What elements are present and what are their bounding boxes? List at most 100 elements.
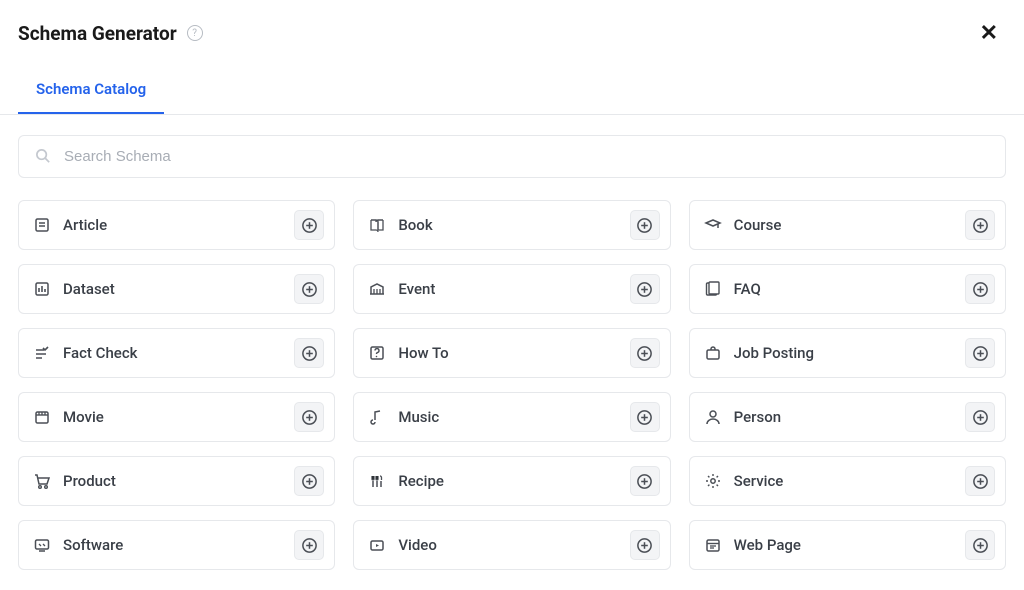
schema-label: Product xyxy=(63,472,116,490)
schema-card-recipe[interactable]: Recipe xyxy=(353,456,670,506)
plus-circle-icon xyxy=(972,409,989,426)
plus-circle-icon xyxy=(636,217,653,234)
add-schema-button[interactable] xyxy=(294,466,324,496)
schema-card-faq[interactable]: FAQ xyxy=(689,264,1006,314)
card-left: Web Page xyxy=(704,536,801,554)
schema-label: Video xyxy=(398,536,437,554)
card-left: Movie xyxy=(33,408,104,426)
add-schema-button[interactable] xyxy=(294,402,324,432)
add-schema-button[interactable] xyxy=(965,274,995,304)
header: Schema Generator ? ✕ xyxy=(0,0,1024,64)
search-box[interactable] xyxy=(18,135,1006,178)
add-schema-button[interactable] xyxy=(630,402,660,432)
plus-circle-icon xyxy=(972,217,989,234)
add-schema-button[interactable] xyxy=(965,466,995,496)
plus-circle-icon xyxy=(972,281,989,298)
add-schema-button[interactable] xyxy=(630,466,660,496)
schema-label: Event xyxy=(398,280,435,298)
card-left: Course xyxy=(704,216,782,234)
plus-circle-icon xyxy=(301,537,318,554)
howto-icon xyxy=(368,344,386,362)
plus-circle-icon xyxy=(972,345,989,362)
schema-card-job-posting[interactable]: Job Posting xyxy=(689,328,1006,378)
schema-label: Web Page xyxy=(734,536,801,554)
schema-card-music[interactable]: Music xyxy=(353,392,670,442)
add-schema-button[interactable] xyxy=(965,338,995,368)
add-schema-button[interactable] xyxy=(965,530,995,560)
schema-label: Movie xyxy=(63,408,104,426)
add-schema-button[interactable] xyxy=(630,338,660,368)
schema-card-how-to[interactable]: How To xyxy=(353,328,670,378)
product-icon xyxy=(33,472,51,490)
plus-circle-icon xyxy=(301,217,318,234)
course-icon xyxy=(704,216,722,234)
plus-circle-icon xyxy=(636,473,653,490)
schema-label: Software xyxy=(63,536,123,554)
plus-circle-icon xyxy=(636,345,653,362)
schema-card-person[interactable]: Person xyxy=(689,392,1006,442)
add-schema-button[interactable] xyxy=(630,210,660,240)
person-icon xyxy=(704,408,722,426)
card-left: Recipe xyxy=(368,472,444,490)
schema-card-fact-check[interactable]: Fact Check xyxy=(18,328,335,378)
add-schema-button[interactable] xyxy=(294,530,324,560)
plus-circle-icon xyxy=(636,537,653,554)
add-schema-button[interactable] xyxy=(294,210,324,240)
plus-circle-icon xyxy=(301,281,318,298)
schema-label: Book xyxy=(398,216,432,234)
schema-label: Article xyxy=(63,216,107,234)
schema-label: Person xyxy=(734,408,781,426)
event-icon xyxy=(368,280,386,298)
add-schema-button[interactable] xyxy=(965,402,995,432)
close-icon: ✕ xyxy=(980,20,998,45)
factcheck-icon xyxy=(33,344,51,362)
schema-card-service[interactable]: Service xyxy=(689,456,1006,506)
schema-label: Fact Check xyxy=(63,344,137,362)
card-left: Music xyxy=(368,408,439,426)
add-schema-button[interactable] xyxy=(630,530,660,560)
plus-circle-icon xyxy=(972,537,989,554)
schema-label: Recipe xyxy=(398,472,444,490)
add-schema-button[interactable] xyxy=(630,274,660,304)
schema-label: FAQ xyxy=(734,280,761,298)
add-schema-button[interactable] xyxy=(294,338,324,368)
faq-icon xyxy=(704,280,722,298)
schema-label: Service xyxy=(734,472,784,490)
schema-card-movie[interactable]: Movie xyxy=(18,392,335,442)
add-schema-button[interactable] xyxy=(294,274,324,304)
schema-label: Job Posting xyxy=(734,344,814,362)
schema-card-book[interactable]: Book xyxy=(353,200,670,250)
card-left: How To xyxy=(368,344,448,362)
search-icon xyxy=(35,148,52,165)
dataset-icon xyxy=(33,280,51,298)
help-icon[interactable]: ? xyxy=(187,25,203,41)
plus-circle-icon xyxy=(301,473,318,490)
schema-card-video[interactable]: Video xyxy=(353,520,670,570)
schema-card-course[interactable]: Course xyxy=(689,200,1006,250)
card-left: FAQ xyxy=(704,280,761,298)
schema-card-event[interactable]: Event xyxy=(353,264,670,314)
webpage-icon xyxy=(704,536,722,554)
plus-circle-icon xyxy=(301,409,318,426)
schema-card-web-page[interactable]: Web Page xyxy=(689,520,1006,570)
card-left: Job Posting xyxy=(704,344,814,362)
search-input[interactable] xyxy=(64,148,989,165)
plus-circle-icon xyxy=(636,409,653,426)
schema-card-software[interactable]: Software xyxy=(18,520,335,570)
service-icon xyxy=(704,472,722,490)
header-left: Schema Generator ? xyxy=(18,22,203,45)
software-icon xyxy=(33,536,51,554)
schema-card-article[interactable]: Article xyxy=(18,200,335,250)
close-button[interactable]: ✕ xyxy=(976,18,1002,48)
card-left: Fact Check xyxy=(33,344,137,362)
job-icon xyxy=(704,344,722,362)
card-left: Book xyxy=(368,216,432,234)
schema-card-dataset[interactable]: Dataset xyxy=(18,264,335,314)
tab-schema-catalog[interactable]: Schema Catalog xyxy=(18,68,164,114)
add-schema-button[interactable] xyxy=(965,210,995,240)
schema-card-product[interactable]: Product xyxy=(18,456,335,506)
card-left: Service xyxy=(704,472,784,490)
page-title: Schema Generator xyxy=(18,22,177,45)
video-icon xyxy=(368,536,386,554)
schema-label: Music xyxy=(398,408,439,426)
